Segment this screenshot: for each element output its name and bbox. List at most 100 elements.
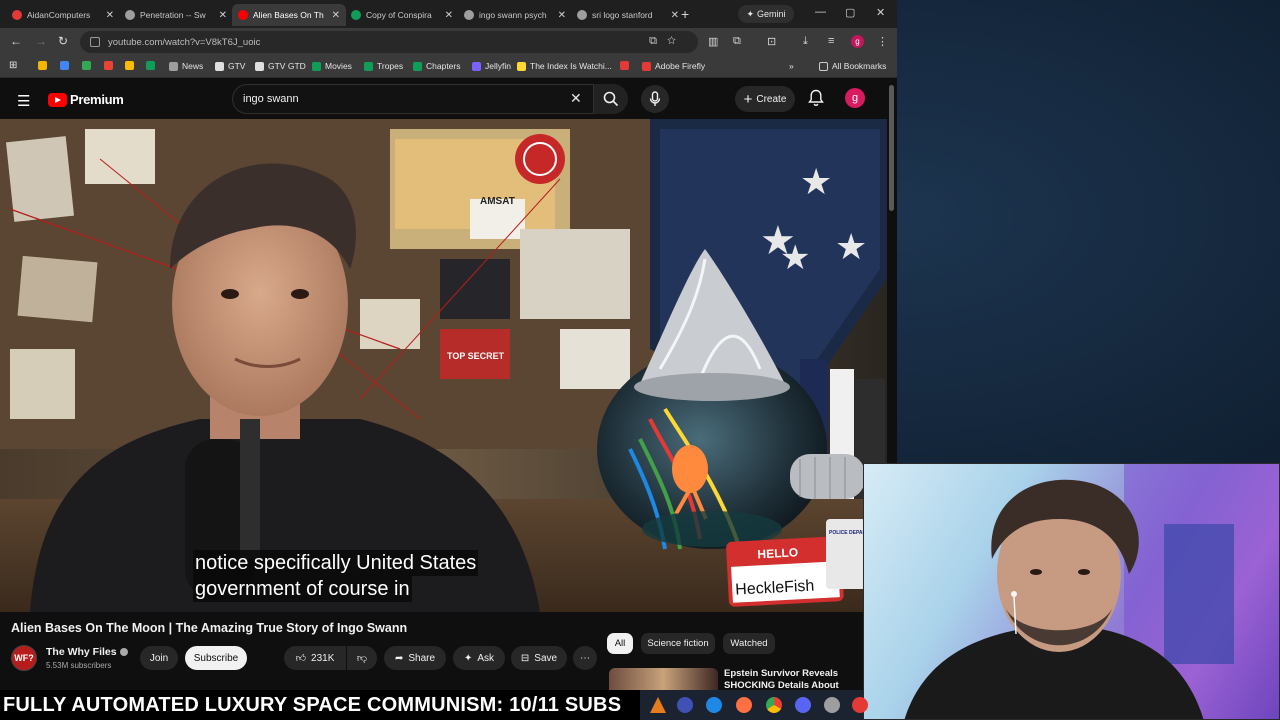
youtube-app-icon[interactable] xyxy=(852,697,868,713)
like-button[interactable]: 👍︎ 231K xyxy=(284,646,346,670)
bookmark-item[interactable] xyxy=(82,61,95,70)
bookmark-item[interactable]: Jellyfin xyxy=(472,61,511,71)
back-icon[interactable]: ← xyxy=(10,34,22,48)
discord-icon[interactable] xyxy=(795,697,811,713)
bookmark-item[interactable] xyxy=(146,61,159,70)
media-icon[interactable]: ≡ xyxy=(828,35,834,47)
firefox-icon[interactable] xyxy=(736,697,752,713)
bookmark-item[interactable] xyxy=(620,61,633,70)
browser-tab[interactable]: ingo swann psych ✕ xyxy=(458,4,572,26)
search-button[interactable] xyxy=(594,84,628,114)
vlc-icon[interactable] xyxy=(650,697,666,713)
bookmark-item[interactable]: News xyxy=(169,61,203,71)
new-tab-button[interactable]: + xyxy=(681,6,689,22)
verified-icon xyxy=(119,648,128,657)
clear-search-icon[interactable]: ✕ xyxy=(570,90,582,107)
scrollbar-thumb[interactable] xyxy=(889,85,894,211)
bookmark-item[interactable]: Tropes xyxy=(364,61,403,71)
bookmark-item[interactable]: Chapters xyxy=(413,61,461,71)
bookmark-favicon-icon xyxy=(82,61,91,70)
bookmark-star-icon[interactable]: ⧉☆ xyxy=(649,35,686,48)
chip-watched[interactable]: Watched xyxy=(723,633,775,654)
more-actions-button[interactable]: ⋯ xyxy=(573,646,597,670)
create-button[interactable]: + Create xyxy=(735,86,795,112)
ask-button[interactable]: ✦ Ask xyxy=(453,646,505,670)
bookmark-favicon-icon xyxy=(364,61,373,71)
bookmark-icon: ⊟ xyxy=(520,652,530,664)
profile-avatar[interactable]: g xyxy=(851,35,864,48)
browser-toolbar: ← → ↻ youtube.com/watch?v=V8kT6J_uoic ⧉☆… xyxy=(0,28,897,56)
recommended-thumbnail[interactable] xyxy=(609,668,718,690)
chip-science-fiction[interactable]: Science fiction xyxy=(641,633,715,654)
bookmark-item[interactable] xyxy=(38,61,51,70)
apps-grid-icon[interactable]: ⊞ xyxy=(9,60,17,71)
notifications-bell-icon[interactable] xyxy=(808,89,824,107)
extensions-icon[interactable]: ⧉ xyxy=(733,35,741,48)
close-window-icon[interactable]: ✕ xyxy=(876,6,885,19)
tab-close-icon[interactable]: ✕ xyxy=(671,10,679,21)
browser-tab[interactable]: Penetration -- Sw ✕ xyxy=(119,4,233,26)
tab-favicon-icon xyxy=(351,10,361,20)
menu-icon[interactable]: ☰ xyxy=(17,92,30,110)
search-input[interactable] xyxy=(243,93,563,105)
browser-tab[interactable]: sri logo stanford ✕ xyxy=(571,4,685,26)
forward-icon[interactable]: → xyxy=(35,34,47,48)
chip-all[interactable]: All xyxy=(607,633,633,654)
bookmark-item[interactable] xyxy=(125,61,138,70)
menu-kebab-icon[interactable]: ⋮ xyxy=(877,35,888,48)
chrome-icon[interactable] xyxy=(766,697,782,713)
maximize-icon[interactable]: ▢ xyxy=(845,6,855,19)
bookmark-item[interactable]: Adobe Firefly xyxy=(642,61,705,71)
all-bookmarks-folder[interactable]: All Bookmarks xyxy=(819,61,886,71)
tab-favicon-icon xyxy=(238,10,248,20)
settings-app-icon[interactable] xyxy=(824,697,840,713)
bookmark-item[interactable]: Movies xyxy=(312,61,352,71)
browser-tab[interactable]: Alien Bases On Th ✕ xyxy=(232,4,346,26)
reading-mode-icon[interactable]: ▥ xyxy=(708,35,718,48)
webcam-overlay xyxy=(863,463,1280,720)
subscribe-button[interactable]: Subscribe xyxy=(185,646,247,670)
youtube-account-avatar[interactable]: g xyxy=(845,88,865,108)
save-button[interactable]: ⊟ Save xyxy=(511,646,567,670)
youtube-header: ☰ Premium ✕ +Create g xyxy=(0,79,887,119)
bookmark-item[interactable] xyxy=(60,61,73,70)
youtube-play-icon xyxy=(48,92,67,107)
bookmark-favicon-icon xyxy=(472,61,481,71)
site-info-icon[interactable] xyxy=(90,37,100,47)
youtube-logo[interactable]: Premium xyxy=(48,92,124,107)
address-bar[interactable]: youtube.com/watch?v=V8kT6J_uoic ⧉☆ xyxy=(80,31,698,53)
screenshot-icon[interactable]: ⊡ xyxy=(767,35,776,48)
tab-close-icon[interactable]: ✕ xyxy=(445,10,453,21)
downloads-icon[interactable]: ⤓ xyxy=(803,35,808,48)
subtitle-box: notice specifically United States govern… xyxy=(193,550,479,602)
video-player[interactable]: AMSAT TOP SECRET ★ ★ ★ ★ HELLO HeckleFis… xyxy=(0,119,887,612)
reload-icon[interactable]: ↻ xyxy=(58,34,68,48)
channel-avatar[interactable]: WF? xyxy=(11,645,37,671)
gemini-button[interactable]: ✦ Gemini xyxy=(738,5,794,23)
bookmark-favicon-icon xyxy=(38,61,47,70)
channel-name-link[interactable]: The Why Files xyxy=(46,646,128,658)
tab-close-icon[interactable]: ✕ xyxy=(558,10,566,21)
minimize-icon[interactable]: — xyxy=(815,6,826,18)
dislike-button[interactable]: 👎︎ xyxy=(347,646,377,670)
more-bookmarks-icon[interactable]: » xyxy=(789,61,794,71)
tab-close-icon[interactable]: ✕ xyxy=(106,10,114,21)
bookmark-item[interactable]: The Index Is Watchi... xyxy=(517,61,612,71)
recommended-title[interactable]: Epstein Survivor Reveals SHOCKING Detail… xyxy=(724,668,844,690)
bookmark-label: The Index Is Watchi... xyxy=(530,61,612,71)
bookmark-item[interactable] xyxy=(104,61,117,70)
tab-close-icon[interactable]: ✕ xyxy=(219,10,227,21)
voice-search-button[interactable] xyxy=(641,85,669,113)
bookmarks-bar: ⊞ News GTV GTV GTD Movies Tropes Chapters Jell… xyxy=(0,56,897,78)
shield-app-icon[interactable] xyxy=(677,697,693,713)
browser-tab[interactable]: Copy of Conspira ✕ xyxy=(345,4,459,26)
join-button[interactable]: Join xyxy=(140,646,178,670)
edge-icon[interactable] xyxy=(706,697,722,713)
share-button[interactable]: ➦ Share xyxy=(384,646,446,670)
browser-tab[interactable]: AidanComputers ✕ xyxy=(6,4,120,26)
tab-close-icon[interactable]: ✕ xyxy=(332,10,340,21)
thumbs-up-icon: 👍︎ xyxy=(295,653,307,664)
bookmark-item[interactable]: GTV GTD xyxy=(255,61,306,71)
bookmark-item[interactable]: GTV xyxy=(215,61,245,71)
name-tag-hello: HELLO xyxy=(757,545,798,561)
